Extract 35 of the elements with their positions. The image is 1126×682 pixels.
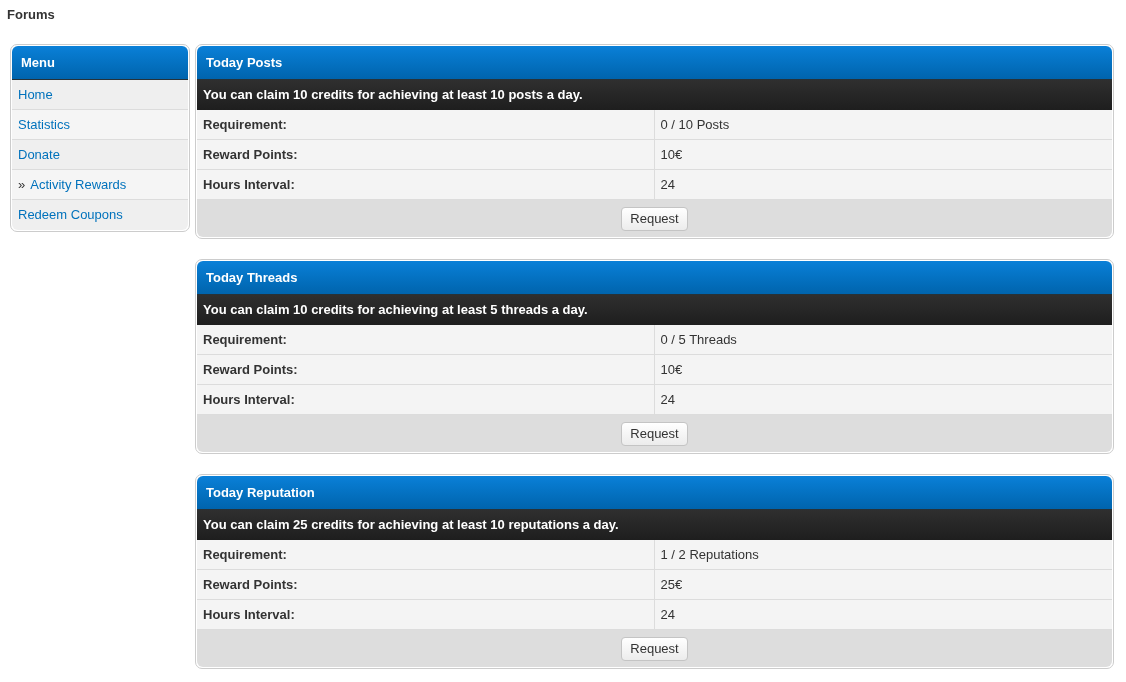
row-label: Requirement: — [197, 540, 655, 570]
row-label: Hours Interval: — [197, 600, 655, 630]
current-marker: » — [18, 175, 26, 194]
menu-title: Menu — [12, 46, 188, 80]
row-value: 24 — [654, 170, 1112, 200]
row-value: 0 / 10 Posts — [654, 110, 1112, 140]
request-button[interactable]: Request — [621, 421, 688, 446]
row-value: 10€ — [654, 355, 1112, 385]
menu-link[interactable]: Donate — [18, 144, 60, 165]
menu-link[interactable]: Statistics — [18, 114, 70, 135]
row-label: Requirement: — [197, 110, 655, 140]
row-value: 1 / 2 Reputations — [654, 540, 1112, 570]
row-label: Reward Points: — [197, 570, 655, 600]
request-button[interactable]: Request — [621, 636, 688, 661]
request-button[interactable]: Request — [621, 206, 688, 231]
menu-link[interactable]: Activity Rewards — [30, 174, 127, 195]
row-value: 0 / 5 Threads — [654, 325, 1112, 355]
row-value: 10€ — [654, 140, 1112, 170]
notice-text: You can claim 10 credits for achieving at least 10 posts a day. — [197, 80, 1112, 110]
menu-link[interactable]: Home — [18, 84, 53, 105]
row-label: Hours Interval: — [197, 385, 655, 415]
breadcrumb-text: Forums — [7, 7, 55, 22]
row-label: Hours Interval: — [197, 170, 655, 200]
row-label: Requirement: — [197, 325, 655, 355]
panel-title: Today Threads — [197, 261, 1112, 295]
menu-link[interactable]: Redeem Coupons — [18, 205, 123, 225]
row-value: 25€ — [654, 570, 1112, 600]
notice-text: You can claim 25 credits for achieving at least 10 reputations a day. — [197, 510, 1112, 540]
row-label: Reward Points: — [197, 355, 655, 385]
row-label: Reward Points: — [197, 140, 655, 170]
panel-title: Today Posts — [197, 46, 1112, 80]
panel-title: Today Reputation — [197, 476, 1112, 510]
row-value: 24 — [654, 385, 1112, 415]
notice-text: You can claim 10 credits for achieving at least 5 threads a day. — [197, 295, 1112, 325]
row-value: 24 — [654, 600, 1112, 630]
